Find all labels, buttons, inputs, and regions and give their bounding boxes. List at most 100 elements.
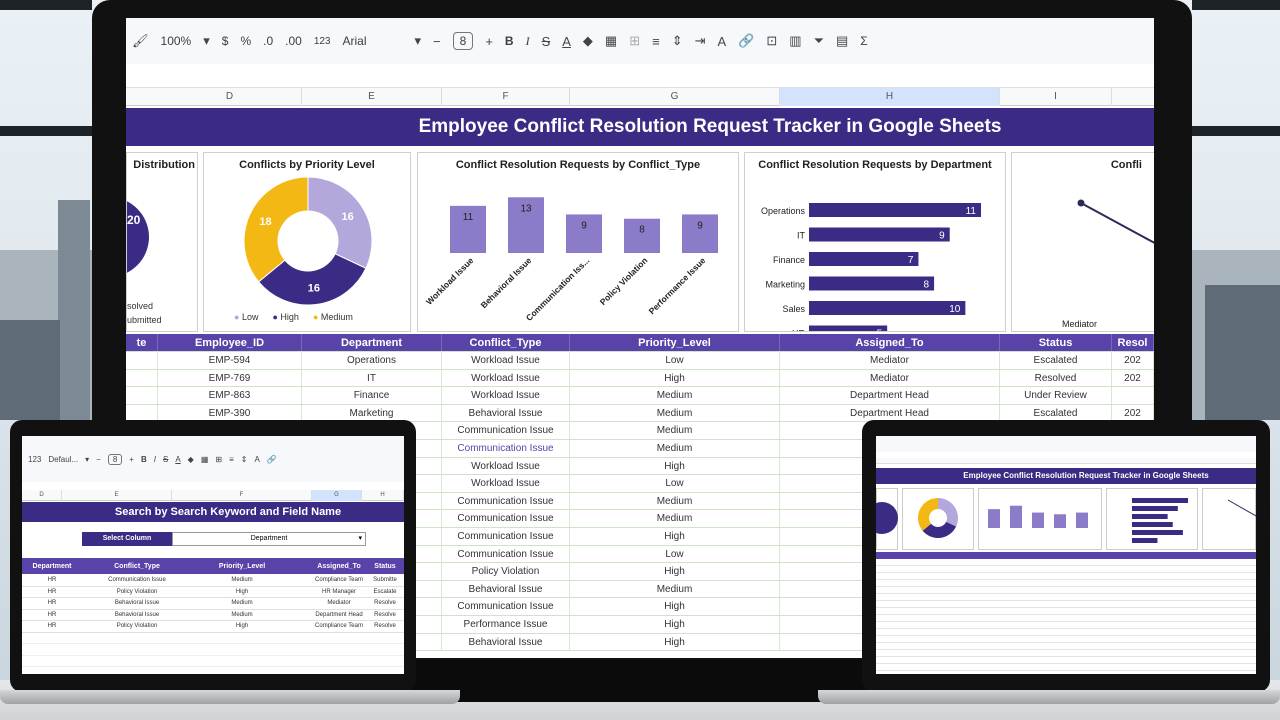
cell-status[interactable]: Resolved (1000, 369, 1112, 387)
font-size-input[interactable]: 8 (452, 32, 474, 50)
cell-resolution[interactable]: 202 (1112, 369, 1154, 387)
table-cell[interactable]: HR (22, 621, 82, 632)
cell-employee-id[interactable]: EMP-769 (158, 369, 302, 387)
bold-button[interactable]: B (141, 455, 147, 464)
col-header-f[interactable]: F (442, 88, 570, 106)
currency-button[interactable]: $ (222, 34, 229, 48)
table-cell[interactable]: High (172, 587, 312, 598)
cell-conflict-type[interactable]: Performance Issue (442, 616, 570, 633)
table-cell[interactable]: Resolve (366, 621, 404, 632)
cell-assigned-to[interactable]: Department Head (780, 404, 1000, 422)
cell-date[interactable] (126, 387, 158, 404)
comment-icon[interactable]: ⊡ (766, 33, 777, 49)
more-formats-button[interactable]: 123 (28, 455, 41, 464)
cell-priority-level[interactable]: High (570, 528, 780, 545)
cell-priority-level[interactable]: High (570, 633, 780, 651)
table-cell[interactable]: HR (22, 598, 82, 609)
col-header-g[interactable]: G (570, 88, 780, 106)
table-cell[interactable]: Department Head (312, 610, 366, 621)
col-header-h[interactable]: H (362, 490, 404, 501)
formula-bar[interactable] (126, 64, 1154, 88)
align-icon[interactable]: ≡ (229, 455, 234, 464)
cell-resolution[interactable]: 202 (1112, 352, 1154, 369)
cell-resolution[interactable]: 202 (1112, 404, 1154, 422)
cell-date[interactable] (126, 352, 158, 369)
header-cell[interactable]: Department (22, 558, 82, 574)
cell-conflict-type[interactable]: Communication Issue (442, 422, 570, 439)
cell-conflict-type[interactable]: Workload Issue (442, 475, 570, 492)
font-select[interactable]: Arial (343, 34, 403, 48)
table-cell[interactable]: Escalate (366, 587, 404, 598)
table-cell[interactable]: HR (22, 587, 82, 598)
table-icon[interactable]: ▤ (836, 33, 848, 49)
text-rotation-icon[interactable]: A (718, 34, 727, 49)
cell-conflict-type[interactable]: Communication Issue (442, 510, 570, 527)
header-conflict-type[interactable]: Conflict_Type (442, 334, 570, 351)
header-date[interactable]: te (126, 334, 158, 351)
font-size-minus-icon[interactable]: − (96, 455, 101, 464)
functions-button[interactable]: Σ (860, 34, 867, 48)
cell-conflict-type[interactable]: Behavioral Issue (442, 580, 570, 598)
cell-conflict-type[interactable]: Communication Issue (442, 528, 570, 545)
table-cell[interactable]: HR (22, 575, 82, 586)
cell-assigned-to[interactable]: Department Head (780, 387, 1000, 404)
header-cell[interactable]: Priority_Level (172, 558, 312, 574)
font-size-minus-icon[interactable]: − (433, 34, 441, 49)
chevron-down-icon[interactable]: ▾ (203, 33, 210, 49)
cell-conflict-type[interactable]: Communication Issue (442, 492, 570, 510)
cell-priority-level[interactable]: Medium (570, 580, 780, 598)
table-cell[interactable]: HR Manager (312, 587, 366, 598)
vertical-align-icon[interactable]: ⇕ (241, 455, 248, 464)
italic-button[interactable]: I (526, 34, 530, 49)
cell-conflict-type[interactable]: Workload Issue (442, 369, 570, 387)
header-cell[interactable]: Status (366, 558, 404, 574)
col-header-e[interactable]: E (302, 88, 442, 106)
cell-priority-level[interactable]: Medium (570, 422, 780, 439)
table-cell[interactable]: Resolve (366, 598, 404, 609)
bold-button[interactable]: B (505, 34, 514, 48)
cell-conflict-type[interactable]: Communication Issue (442, 440, 570, 457)
cell-priority-level[interactable]: Medium (570, 510, 780, 527)
cell-conflict-type[interactable]: Workload Issue (442, 352, 570, 369)
cell-date[interactable] (126, 404, 158, 422)
cell-priority-level[interactable]: Low (570, 475, 780, 492)
col-header-d[interactable]: D (158, 88, 302, 106)
font-select[interactable]: Defaul... (48, 455, 78, 464)
header-assigned-to[interactable]: Assigned_To (780, 334, 1000, 351)
cell-conflict-type[interactable]: Workload Issue (442, 387, 570, 404)
col-header-g[interactable]: G (312, 490, 362, 501)
cell-priority-level[interactable]: High (570, 598, 780, 615)
col-header-f[interactable]: F (172, 490, 312, 501)
header-cell[interactable]: Assigned_To (312, 558, 366, 574)
rotation-icon[interactable]: A (254, 455, 259, 464)
more-formats-button[interactable]: 123 (314, 36, 331, 47)
table-cell[interactable]: Medium (172, 598, 312, 609)
percent-button[interactable]: % (240, 34, 251, 48)
cell-priority-level[interactable]: High (570, 616, 780, 633)
cell-conflict-type[interactable]: Behavioral Issue (442, 404, 570, 422)
strikethrough-button[interactable]: S (163, 455, 168, 464)
link-icon[interactable]: 🔗 (738, 33, 754, 49)
text-wrap-icon[interactable]: ⇥ (695, 33, 706, 49)
cell-conflict-type[interactable]: Communication Issue (442, 598, 570, 615)
cell-priority-level[interactable]: Medium (570, 492, 780, 510)
col-header-e[interactable]: E (62, 490, 172, 501)
cell-employee-id[interactable]: EMP-594 (158, 352, 302, 369)
font-size-input[interactable]: 8 (107, 453, 123, 465)
table-cell[interactable]: High (172, 621, 312, 632)
cell-status[interactable]: Escalated (1000, 404, 1112, 422)
col-header-i[interactable]: I (1000, 88, 1112, 106)
paint-format-icon[interactable]: 🖌 (132, 33, 149, 49)
table-cell[interactable]: Resolve (366, 610, 404, 621)
cell-priority-level[interactable]: Low (570, 352, 780, 369)
text-color-icon[interactable]: A (175, 455, 180, 464)
cell-priority-level[interactable]: Medium (570, 387, 780, 404)
fill-color-icon[interactable]: ◆ (188, 455, 194, 464)
cell-priority-level[interactable]: High (570, 563, 780, 580)
col-header-h[interactable]: H (780, 88, 1000, 106)
cell-department[interactable]: IT (302, 369, 442, 387)
table-cell[interactable]: HR (22, 610, 82, 621)
text-color-icon[interactable]: A (562, 34, 571, 49)
vertical-align-icon[interactable]: ⇕ (672, 33, 683, 49)
table-cell[interactable]: Medium (172, 610, 312, 621)
